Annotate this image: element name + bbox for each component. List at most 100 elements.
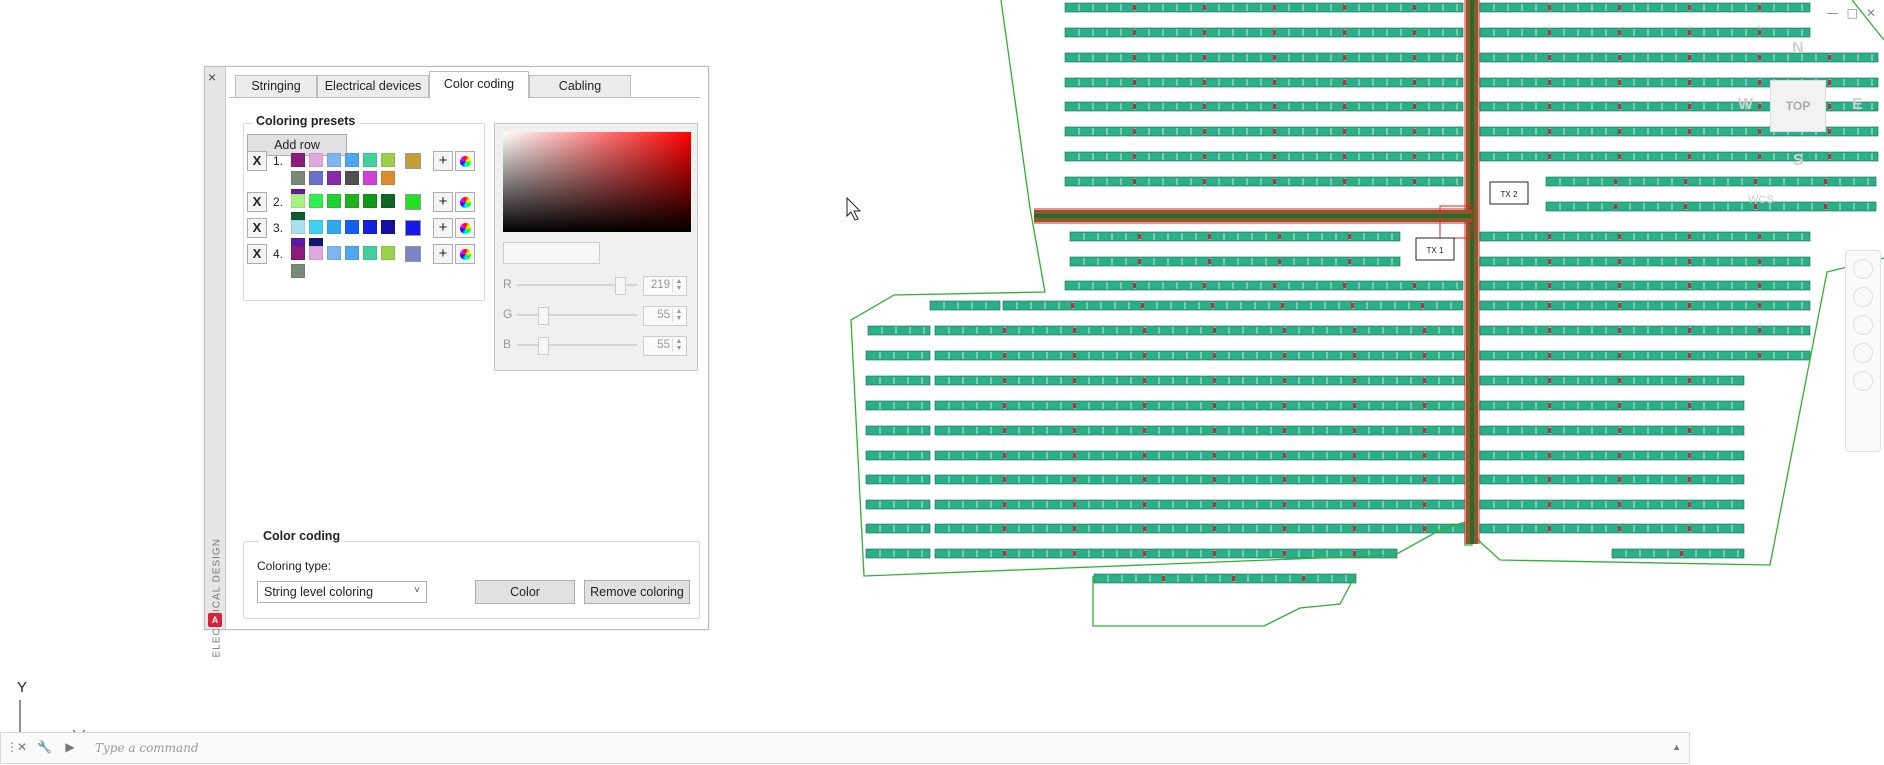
selected-color-swatch[interactable]: [405, 153, 421, 169]
wrench-icon[interactable]: 🔧: [37, 740, 52, 754]
orbit-icon[interactable]: [1853, 343, 1873, 363]
panel-row[interactable]: [1064, 126, 1464, 137]
panel-row[interactable]: [865, 400, 931, 411]
navigation-bar[interactable]: [1845, 250, 1881, 452]
restore-icon[interactable]: □: [1847, 6, 1858, 20]
panel-row[interactable]: [1479, 151, 1879, 162]
panel-row[interactable]: [1064, 27, 1464, 38]
color-swatch[interactable]: [309, 194, 323, 208]
recent-commands-icon[interactable]: ▶: [63, 740, 77, 754]
panel-row[interactable]: [865, 375, 931, 386]
panel-row[interactable]: [865, 548, 931, 559]
panel-row[interactable]: [865, 350, 931, 361]
color-button[interactable]: Color: [475, 580, 575, 604]
panel-row[interactable]: [934, 523, 1466, 534]
zoom-extents-icon[interactable]: [1853, 315, 1873, 335]
color-swatch[interactable]: [291, 194, 305, 208]
remove-row-button[interactable]: X: [247, 218, 267, 238]
selected-color-swatch[interactable]: [405, 246, 421, 262]
transformer-tx1[interactable]: TX 1: [1415, 237, 1455, 261]
color-swatch[interactable]: [291, 153, 305, 167]
close-icon[interactable]: ✕: [1866, 6, 1876, 20]
color-preview-box[interactable]: [503, 242, 600, 264]
panel-row[interactable]: [865, 474, 931, 485]
panel-row[interactable]: [1064, 280, 1464, 291]
green-slider-track[interactable]: [517, 314, 637, 316]
color-swatch[interactable]: [291, 171, 305, 185]
panel-row[interactable]: [934, 325, 1464, 336]
tab-color-coding[interactable]: Color coding: [429, 71, 529, 99]
selected-color-swatch[interactable]: [405, 220, 421, 236]
color-swatch[interactable]: [291, 246, 305, 260]
panel-row[interactable]: [867, 325, 931, 336]
panel-row[interactable]: [934, 375, 1466, 386]
color-swatch[interactable]: [345, 246, 359, 260]
color-swatch[interactable]: [309, 153, 323, 167]
pan-icon[interactable]: [1853, 287, 1873, 307]
panel-row[interactable]: [1064, 151, 1464, 162]
color-swatch[interactable]: [291, 220, 305, 234]
compass-west[interactable]: W: [1738, 96, 1753, 114]
add-color-button[interactable]: +: [433, 192, 453, 212]
panel-row[interactable]: [1064, 77, 1464, 88]
minimize-icon[interactable]: —: [1827, 6, 1839, 20]
showmotion-icon[interactable]: [1853, 371, 1873, 391]
wcs-menu[interactable]: WCS: [1748, 194, 1774, 206]
transformer-tx2[interactable]: TX 2: [1489, 181, 1529, 205]
palette-app-logo[interactable]: A: [208, 613, 222, 627]
panel-row[interactable]: [1064, 2, 1464, 13]
saturation-value-field[interactable]: [503, 132, 691, 232]
color-wheel-button[interactable]: [455, 192, 475, 212]
tab-stringing[interactable]: Stringing: [235, 75, 317, 98]
green-value-spinner[interactable]: 55 ▲ ▼: [643, 306, 687, 326]
viewcube-top-face[interactable]: TOP: [1770, 80, 1826, 132]
blue-slider-track[interactable]: [517, 344, 637, 346]
color-swatch[interactable]: [309, 171, 323, 185]
color-swatch[interactable]: [309, 220, 323, 234]
color-swatch[interactable]: [345, 153, 359, 167]
green-slider-thumb[interactable]: [538, 307, 550, 325]
red-slider-thumb[interactable]: [615, 277, 627, 295]
palette-close-button[interactable]: ×: [208, 69, 216, 85]
close-icon[interactable]: ✕: [15, 740, 29, 754]
spin-arrows-icon[interactable]: ▲ ▼: [672, 278, 685, 292]
add-color-button[interactable]: +: [433, 244, 453, 264]
remove-row-button[interactable]: X: [247, 244, 267, 264]
panel-row[interactable]: [1064, 52, 1464, 63]
color-swatch[interactable]: [363, 171, 377, 185]
panel-row[interactable]: [1479, 52, 1879, 63]
spin-arrows-icon[interactable]: ▲ ▼: [672, 338, 685, 352]
color-swatch[interactable]: [327, 194, 341, 208]
color-wheel-button[interactable]: [455, 244, 475, 264]
compass-south[interactable]: S: [1793, 152, 1804, 170]
blue-value-spinner[interactable]: 55 ▲ ▼: [643, 336, 687, 356]
spin-arrows-icon[interactable]: ▲ ▼: [672, 308, 685, 322]
color-swatch[interactable]: [381, 171, 395, 185]
color-swatch[interactable]: [345, 171, 359, 185]
color-swatch[interactable]: [363, 246, 377, 260]
panel-row[interactable]: [1064, 176, 1464, 187]
expand-history-icon[interactable]: ▲: [1672, 742, 1681, 752]
command-input[interactable]: Type a command: [95, 741, 199, 755]
panel-row[interactable]: [865, 450, 931, 461]
add-color-button[interactable]: +: [433, 218, 453, 238]
panel-row[interactable]: [865, 499, 931, 510]
color-swatch[interactable]: [345, 220, 359, 234]
color-swatch[interactable]: [381, 194, 395, 208]
color-swatch[interactable]: [327, 246, 341, 260]
panel-row[interactable]: [1064, 101, 1464, 112]
remove-coloring-button[interactable]: Remove coloring: [584, 580, 690, 604]
remove-row-button[interactable]: X: [247, 192, 267, 212]
color-swatch[interactable]: [381, 220, 395, 234]
panel-row[interactable]: [934, 425, 1466, 436]
color-wheel-button[interactable]: [455, 151, 475, 171]
panel-row[interactable]: [865, 425, 931, 436]
color-swatch[interactable]: [345, 194, 359, 208]
panel-row[interactable]: [934, 350, 1466, 361]
panel-row[interactable]: [934, 499, 1466, 510]
tab-cabling[interactable]: Cabling: [529, 75, 631, 98]
color-swatch[interactable]: [327, 153, 341, 167]
color-swatch[interactable]: [291, 264, 305, 278]
panel-row[interactable]: [865, 523, 931, 534]
remove-row-button[interactable]: X: [247, 151, 267, 171]
